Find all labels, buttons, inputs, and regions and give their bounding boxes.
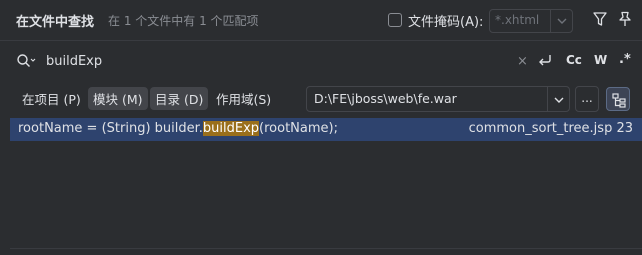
regex-toggle[interactable]: .* [619, 52, 631, 67]
scope-row: 在项目 (P) 模块 (M) 目录 (D) 作用域(S) D:\FE\jboss… [0, 82, 642, 116]
clear-icon[interactable]: × [517, 54, 528, 69]
newline-icon[interactable] [537, 52, 553, 72]
combo-divider [550, 10, 551, 32]
results-list: rootName = (String) builder.buildExp(roo… [0, 116, 642, 248]
filter-icon[interactable] [593, 11, 607, 31]
whole-words-toggle[interactable]: W [594, 53, 607, 67]
search-icon[interactable] [16, 53, 36, 73]
code-before: rootName = (String) builder. [18, 121, 203, 136]
chevron-down-icon[interactable] [556, 15, 568, 31]
chevron-down-icon[interactable] [553, 94, 565, 110]
match-info: 在 1 个文件中有 1 个匹配项 [108, 14, 259, 28]
file-mask-combo[interactable]: *.xhtml [489, 9, 573, 33]
match-highlight: buildExp [202, 121, 260, 136]
file-mask-placeholder: *.xhtml [495, 13, 540, 27]
divider [10, 248, 642, 249]
match-case-toggle[interactable]: Cc [566, 53, 582, 67]
dialog-title: 在文件中查找 [16, 15, 95, 30]
result-code: rootName = (String) builder.buildExp(roo… [18, 121, 338, 136]
recursive-toggle[interactable] [606, 87, 630, 111]
pin-icon[interactable] [618, 11, 632, 31]
combo-divider [547, 87, 548, 111]
tab-in-project[interactable]: 在项目 (P) [17, 87, 86, 110]
file-mask-checkbox[interactable] [388, 13, 402, 27]
file-mask-label[interactable]: 文件掩码(A): [408, 11, 483, 30]
browse-button[interactable]: ... [575, 86, 599, 112]
tab-module[interactable]: 模块 (M) [88, 87, 148, 110]
directory-combo[interactable]: D:\FE\jboss\web\fe.war [306, 86, 570, 112]
result-file-location: common_sort_tree.jsp 23 [468, 121, 633, 136]
tab-directory[interactable]: 目录 (D) [150, 87, 209, 110]
header: 在文件中查找 在 1 个文件中有 1 个匹配项 文件掩码(A): *.xhtml [0, 0, 642, 40]
recursive-icon [612, 93, 626, 108]
directory-path: D:\FE\jboss\web\fe.war [314, 91, 457, 106]
result-row[interactable]: rootName = (String) builder.buildExp(roo… [10, 118, 642, 141]
search-row: × Cc W .* [0, 40, 642, 82]
code-after: (rootName); [259, 121, 338, 136]
search-input[interactable] [46, 51, 496, 71]
tab-scope[interactable]: 作用域(S) [211, 87, 276, 110]
